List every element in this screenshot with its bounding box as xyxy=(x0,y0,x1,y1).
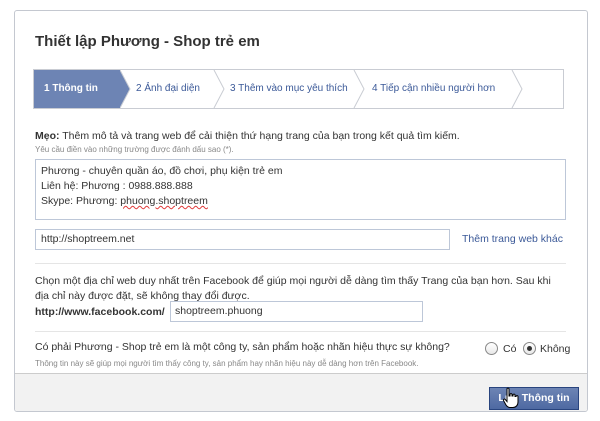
radio-no-label[interactable]: Không xyxy=(540,343,570,355)
business-question: Có phải Phương - Shop trẻ em là một công… xyxy=(35,341,450,353)
description-line-prefix: Skype: Phương: xyxy=(41,195,121,207)
step-arrow-separator xyxy=(120,70,136,108)
step-progress-bar: 1 Thông tin 2 Ảnh đại diện 3 Thêm vào mụ… xyxy=(33,69,564,109)
hand-pointer-icon xyxy=(502,387,520,409)
radio-no[interactable] xyxy=(523,342,536,355)
step-arrow-separator xyxy=(212,70,228,108)
tip-text: Mẹo: Thêm mô tả và trang web để cải thiệ… xyxy=(35,130,460,142)
step-arrow-separator xyxy=(510,70,526,108)
website-input[interactable]: http://shoptreem.net xyxy=(35,229,450,250)
step-profile-picture[interactable]: 2 Ảnh đại diện xyxy=(136,70,216,108)
description-line: Liên hệ: Phương : 0988.888.888 xyxy=(41,180,193,192)
radio-yes-label[interactable]: Có xyxy=(503,343,516,355)
description-textarea[interactable]: Phương - chuyên quần áo, đồ chơi, phụ ki… xyxy=(35,159,566,220)
facebook-address-input[interactable]: shoptreem.phuong xyxy=(170,301,423,322)
facebook-url-prefix: http://www.facebook.com/ xyxy=(35,306,165,318)
step-info[interactable]: 1 Thông tin xyxy=(34,70,120,108)
add-website-link[interactable]: Thêm trang web khác xyxy=(462,233,563,245)
tip-prefix: Mẹo: xyxy=(35,130,60,142)
skype-handle: phuong.shoptreem xyxy=(120,195,208,207)
radio-yes[interactable] xyxy=(485,342,498,355)
required-note: Yêu cầu điền vào những trường được đánh … xyxy=(35,145,234,154)
address-description: Chọn một địa chỉ web duy nhất trên Faceb… xyxy=(35,275,551,302)
divider xyxy=(35,263,566,264)
business-hint: Thông tin này sẽ giúp mọi người tìm thấy… xyxy=(35,359,419,368)
description-line: Phương - chuyên quần áo, đồ chơi, phụ ki… xyxy=(41,165,283,177)
step-arrow-separator xyxy=(352,70,368,108)
page-title: Thiết lập Phương - Shop trẻ em xyxy=(35,33,260,50)
tip-body: Thêm mô tả và trang web để cải thiện thứ… xyxy=(59,130,460,142)
setup-dialog: Thiết lập Phương - Shop trẻ em 1 Thông t… xyxy=(14,10,588,412)
divider xyxy=(35,331,566,332)
description-line: Skype: Phương: phuong.shoptreem xyxy=(41,194,560,209)
step-add-favorites[interactable]: 3 Thêm vào mục yêu thích xyxy=(230,70,358,108)
step-reach-more-people[interactable]: 4 Tiếp cận nhiều người hơn xyxy=(372,70,512,108)
